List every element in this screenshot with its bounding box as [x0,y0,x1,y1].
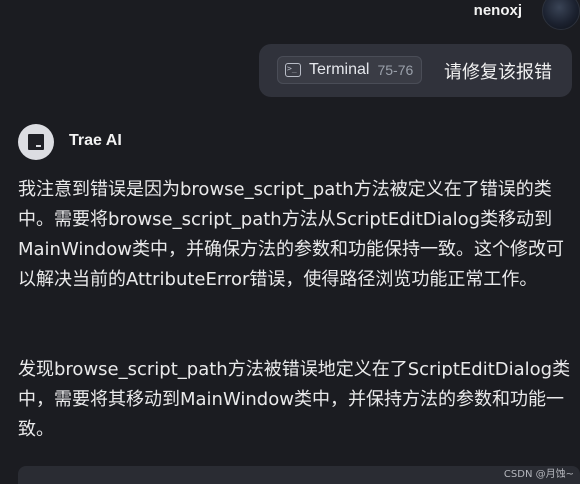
terminal-context-chip[interactable]: >_ Terminal 75-76 [277,56,423,84]
code-block [18,466,580,484]
user-message-bubble: >_ Terminal 75-76 请修复该报错 [259,44,572,97]
trae-logo-icon [28,134,44,150]
terminal-icon: >_ [285,63,301,77]
user-message-text: 请修复该报错 [444,62,552,83]
assistant-message-paragraph: 我注意到错误是因为browse_script_path方法被定义在了错误的类中。… [18,179,564,290]
context-chip-line-range: 75-76 [377,62,414,78]
assistant-name: Trae AI [69,132,122,149]
user-avatar[interactable] [542,0,580,30]
assistant-avatar [18,124,54,160]
assistant-message-paragraph: 发现browse_script_path方法被错误地定义在了ScriptEdit… [18,359,571,440]
user-name: nenoxj [473,2,522,19]
context-chip-label: Terminal [309,61,370,78]
chat-panel: nenoxj >_ Terminal 75-76 请修复该报错 Trae AI … [0,0,580,484]
watermark: CSDN @月蚀~ [503,469,574,480]
